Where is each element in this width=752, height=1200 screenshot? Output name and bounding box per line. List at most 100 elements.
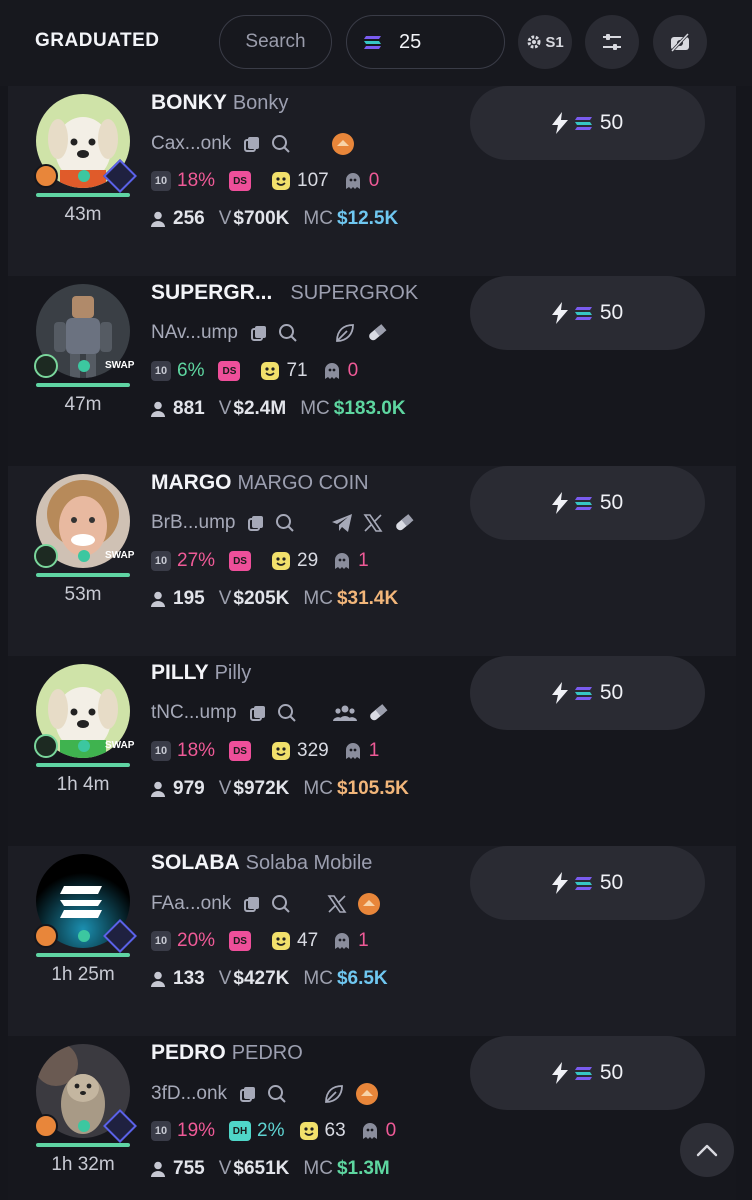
search-icon[interactable]	[277, 703, 297, 723]
token-avatar[interactable]: SWAP	[34, 284, 134, 378]
volume-label: V	[218, 398, 232, 419]
live-indicator-icon	[78, 170, 90, 182]
mc-label: MC	[303, 968, 333, 989]
x-twitter-icon[interactable]	[327, 894, 347, 914]
top10-percent: 6%	[177, 360, 205, 381]
community-icon[interactable]	[332, 703, 357, 723]
hide-media-button[interactable]	[653, 15, 707, 69]
token-age: 1h 32m	[51, 1154, 115, 1175]
token-address[interactable]: 3fD...onk	[151, 1083, 227, 1105]
snipers-count: 1	[368, 740, 380, 761]
quick-buy-button[interactable]: 50	[470, 1036, 705, 1110]
token-avatar[interactable]	[34, 854, 137, 953]
token-links: NAv...ump	[151, 322, 388, 344]
quick-buy-button[interactable]: 50	[470, 276, 705, 350]
launchpad-icon[interactable]	[357, 892, 381, 916]
swap-badge: SWAP	[105, 360, 135, 371]
leaf-icon[interactable]	[323, 1083, 345, 1105]
solana-icon	[574, 1065, 594, 1081]
pill-icon[interactable]	[393, 512, 415, 534]
token-address[interactable]: Cax...onk	[151, 133, 231, 155]
mc-label: MC	[303, 208, 333, 229]
search-icon[interactable]	[267, 1084, 287, 1104]
filter-button[interactable]	[585, 15, 639, 69]
user-icon	[151, 1161, 165, 1177]
pill-badge-icon	[34, 354, 58, 378]
token-row[interactable]: 1h 25m SOLABA Solaba Mobile FAa...onk 10 …	[8, 846, 736, 1036]
swap-badge: SWAP	[105, 550, 135, 561]
scroll-to-top-button[interactable]	[680, 1123, 734, 1177]
ticker-text: PEDRO	[151, 1041, 226, 1064]
token-ticker: MARGO MARGO COIN	[151, 471, 369, 495]
token-address[interactable]: FAa...onk	[151, 893, 231, 915]
live-indicator-icon	[78, 740, 90, 752]
copy-icon[interactable]	[250, 324, 268, 342]
token-row[interactable]: 43m BONKY Bonky Cax...onk 10 18% DS 107 0…	[8, 86, 736, 276]
token-row[interactable]: 1h 32m PEDRO PEDRO 3fD...onk 10 19% DH 2%…	[8, 1036, 736, 1200]
search-button[interactable]: Search	[219, 15, 332, 69]
token-avatar[interactable]: SWAP	[34, 664, 134, 758]
pill-badge-icon	[34, 544, 58, 568]
top10-icon: 10	[151, 741, 171, 761]
x-twitter-icon[interactable]	[363, 513, 384, 533]
token-address[interactable]: BrB...ump	[151, 512, 235, 534]
sliders-icon	[601, 32, 623, 52]
live-indicator-icon	[78, 360, 90, 372]
mc-label: MC	[303, 1158, 333, 1179]
token-address[interactable]: tNC...ump	[151, 702, 237, 724]
search-icon[interactable]	[275, 513, 295, 533]
buy-amount: 50	[599, 111, 624, 134]
market-cap-value: $12.5K	[336, 208, 399, 229]
quick-buy-button[interactable]: 50	[470, 656, 705, 730]
token-address[interactable]: NAv...ump	[151, 322, 238, 344]
lightning-icon	[551, 112, 568, 134]
token-metrics: 195 V $205K MC $31.4K	[151, 588, 398, 610]
dev-sold-badge: DS	[229, 931, 252, 951]
launchpad-icon[interactable]	[331, 132, 355, 156]
solana-icon	[574, 685, 594, 701]
lightning-icon	[551, 492, 568, 514]
quick-buy-amount-input[interactable]: 25	[346, 15, 505, 69]
lightning-icon	[551, 1062, 568, 1084]
copy-icon[interactable]	[243, 895, 261, 913]
quick-buy-button[interactable]: 50	[470, 466, 705, 540]
token-avatar[interactable]	[34, 1044, 137, 1143]
token-row[interactable]: SWAP 47m SUPERGR... SUPERGROK NAv...ump 1…	[8, 276, 736, 466]
token-row[interactable]: SWAP 53m MARGO MARGO COIN BrB...ump 10 27…	[8, 466, 736, 656]
volume-label: V	[218, 968, 232, 989]
live-indicator-icon	[78, 1120, 90, 1132]
volume-value: $700K	[233, 208, 290, 229]
preset-button[interactable]: S1	[518, 15, 572, 69]
leaf-icon[interactable]	[334, 322, 356, 344]
search-icon[interactable]	[278, 323, 298, 343]
token-row[interactable]: SWAP 1h 4m PILLY Pilly tNC...ump 10 18% D…	[8, 656, 736, 846]
holders-count: 979	[173, 778, 205, 799]
volume-label: V	[218, 208, 232, 229]
search-icon[interactable]	[271, 134, 291, 154]
copy-icon[interactable]	[247, 514, 265, 532]
smile-icon	[271, 171, 291, 191]
volume-value: $427K	[233, 968, 290, 989]
market-cap-value: $31.4K	[336, 588, 399, 609]
holders-count: 881	[173, 398, 205, 419]
quick-buy-button[interactable]: 50	[470, 86, 705, 160]
search-icon[interactable]	[271, 894, 291, 914]
copy-icon[interactable]	[249, 704, 267, 722]
dev-sold-badge: DS	[229, 741, 252, 761]
token-age: 53m	[64, 584, 102, 605]
pill-icon[interactable]	[367, 702, 389, 724]
copy-icon[interactable]	[239, 1085, 257, 1103]
smart-holders-count: 63	[324, 1120, 346, 1141]
token-avatar[interactable]	[34, 94, 137, 193]
pill-icon[interactable]	[366, 322, 388, 344]
launchpad-icon[interactable]	[355, 1082, 379, 1106]
token-avatar[interactable]: SWAP	[34, 474, 134, 568]
telegram-icon[interactable]	[331, 513, 353, 533]
copy-icon[interactable]	[243, 135, 261, 153]
holders-count: 755	[173, 1158, 205, 1179]
token-name: SUPERGROK	[290, 282, 419, 304]
top10-icon: 10	[151, 361, 171, 381]
user-icon	[151, 591, 165, 607]
quick-buy-button[interactable]: 50	[470, 846, 705, 920]
volume-label: V	[218, 1158, 232, 1179]
